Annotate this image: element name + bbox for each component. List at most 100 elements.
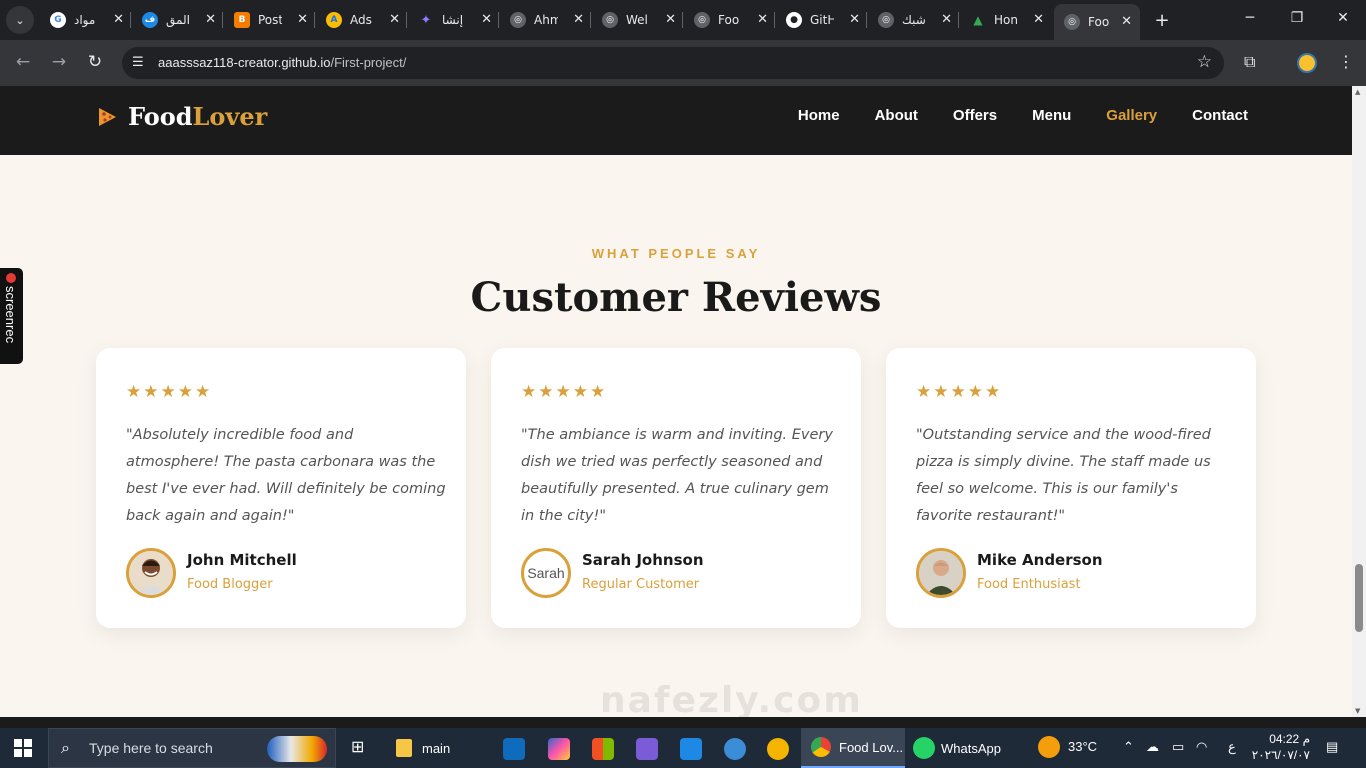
close-tab-icon[interactable]: ✕ <box>573 12 584 27</box>
taskbar-search[interactable]: ⌕ Type here to search <box>48 728 336 768</box>
browser-tab[interactable]: ✦ إنشا ✕ <box>408 6 500 34</box>
browser-tab[interactable]: ◎ شبك ✕ <box>868 6 960 34</box>
task-view-icon[interactable]: ⊞ <box>351 737 364 757</box>
browser-tab-bar: ⌄ G مواد ✕ ف المق ✕ B Post ✕ A Ads ✕ ✦ إ… <box>0 0 1366 40</box>
tab-label: GitH <box>810 13 834 27</box>
outlook-icon[interactable] <box>503 738 525 760</box>
profile-avatar[interactable] <box>1297 53 1317 73</box>
browser-tab[interactable]: ◎ Wel ✕ <box>592 6 684 34</box>
tab-search-chevron-icon[interactable]: ⌄ <box>6 6 34 34</box>
section-title: Customer Reviews <box>470 274 882 321</box>
windows-taskbar: ⌕ Type here to search ⊞ main Food Lov...… <box>0 728 1366 768</box>
rating-stars: ★★★★★ <box>916 382 1003 402</box>
browser-tab[interactable]: ▲ Hon ✕ <box>960 6 1052 34</box>
tab-label: Ads <box>350 13 372 27</box>
gemini-icon: ✦ <box>420 12 432 28</box>
tab-label: Foo <box>718 13 740 27</box>
google-icon: G <box>50 12 66 28</box>
scroll-down-arrow-icon[interactable]: ▼ <box>1355 707 1360 715</box>
minimize-icon[interactable]: ─ <box>1240 10 1260 26</box>
watermark: nafezly.com <box>600 680 863 717</box>
system-clock[interactable]: 04:22 م ٢٠٢٦/٠٧/٠٧ <box>1250 731 1310 763</box>
weather-sun-icon[interactable] <box>1038 736 1060 758</box>
back-arrow-icon[interactable]: ← <box>12 52 34 72</box>
language-indicator[interactable]: ع <box>1228 739 1236 755</box>
nav-menu[interactable]: Menu <box>1032 107 1071 124</box>
store-icon[interactable] <box>592 738 614 760</box>
new-tab-plus-icon[interactable]: + <box>1152 10 1172 31</box>
taskbar-chrome[interactable]: Food Lov... <box>801 728 905 768</box>
search-highlight-image <box>267 736 327 762</box>
page-scrollbar[interactable]: ▲ ▼ <box>1352 86 1366 717</box>
tab-label: المق <box>166 13 190 27</box>
app-icon[interactable] <box>724 738 746 760</box>
close-tab-icon[interactable]: ✕ <box>757 12 768 27</box>
reviewer-role: Regular Customer <box>582 577 700 592</box>
browser-tab[interactable]: A Ads ✕ <box>316 6 408 34</box>
browser-tab[interactable]: B Post ✕ <box>224 6 316 34</box>
url-text[interactable]: aaasssaz118-creator.github.io/First-proj… <box>158 55 406 70</box>
close-tab-icon[interactable]: ✕ <box>113 12 124 27</box>
address-bar[interactable]: ☰ aaasssaz118-creator.github.io/First-pr… <box>122 47 1224 79</box>
bookmark-star-icon[interactable]: ☆ <box>1197 52 1212 72</box>
extensions-puzzle-icon[interactable]: ⧉ <box>1244 52 1255 72</box>
globe-icon: ◎ <box>510 12 526 28</box>
close-tab-icon[interactable]: ✕ <box>849 12 860 27</box>
reviewer-name: Sarah Johnson <box>582 551 704 569</box>
close-window-icon[interactable]: ✕ <box>1333 10 1353 26</box>
tab-label: شبك <box>902 13 926 27</box>
avatar-broken-image: Sarah <box>521 548 571 598</box>
restore-icon[interactable]: ❐ <box>1287 10 1307 26</box>
close-tab-icon[interactable]: ✕ <box>205 12 216 27</box>
reload-icon[interactable]: ↻ <box>84 52 106 72</box>
taskbar-whatsapp[interactable]: WhatsApp <box>913 728 1013 768</box>
copilot-icon[interactable] <box>548 738 570 760</box>
nav-contact[interactable]: Contact <box>1192 107 1248 124</box>
close-tab-icon[interactable]: ✕ <box>389 12 400 27</box>
close-tab-icon[interactable]: ✕ <box>297 12 308 27</box>
browser-tab[interactable]: ◎ Ahm ✕ <box>500 6 592 34</box>
forward-arrow-icon[interactable]: → <box>48 52 70 72</box>
globe-icon: ◎ <box>1064 14 1080 30</box>
globe-icon: ◎ <box>694 12 710 28</box>
scrollbar-thumb[interactable] <box>1355 564 1363 632</box>
pizza-slice-icon <box>99 107 116 126</box>
app-icon[interactable] <box>636 738 658 760</box>
nav-offers[interactable]: Offers <box>953 107 997 124</box>
close-tab-icon[interactable]: ✕ <box>481 12 492 27</box>
reviewer-name: John Mitchell <box>187 551 297 569</box>
site-settings-icon[interactable]: ☰ <box>132 55 144 70</box>
scroll-up-arrow-icon[interactable]: ▲ <box>1355 88 1360 96</box>
brand-logo[interactable]: Food Lover <box>96 102 267 131</box>
browser-tab-active[interactable]: ◎ Foo ✕ <box>1054 4 1140 40</box>
close-tab-icon[interactable]: ✕ <box>941 12 952 27</box>
battery-icon[interactable]: ▭ <box>1172 739 1184 755</box>
browser-tab[interactable]: ف المق ✕ <box>132 6 224 34</box>
taskbar-file-explorer[interactable]: main <box>396 728 450 768</box>
weather-temperature[interactable]: 33°C <box>1068 739 1097 754</box>
close-tab-icon[interactable]: ✕ <box>1121 14 1132 29</box>
vscode-icon[interactable] <box>680 738 702 760</box>
browser-tab[interactable]: G مواد ✕ <box>40 6 132 34</box>
nav-home[interactable]: Home <box>798 107 840 124</box>
browser-toolbar: ← → ↻ ☰ aaasssaz118-creator.github.io/Fi… <box>0 40 1366 86</box>
clock-time: 04:22 م <box>1269 732 1310 746</box>
windows-start-icon[interactable] <box>14 739 32 757</box>
onedrive-cloud-icon[interactable]: ☁ <box>1146 739 1159 755</box>
notifications-icon[interactable]: ▤ <box>1326 739 1338 755</box>
browser-tab[interactable]: ◎ Foo ✕ <box>684 6 776 34</box>
close-tab-icon[interactable]: ✕ <box>665 12 676 27</box>
search-icon: ⌕ <box>61 738 70 757</box>
browser-tab[interactable]: ● GitH ✕ <box>776 6 868 34</box>
vpn-shield-icon[interactable] <box>767 738 789 760</box>
screen-recorder-badge[interactable]: screenrec <box>0 268 23 364</box>
review-card: ★★★★★ "Absolutely incredible food and at… <box>96 348 466 628</box>
whatsapp-icon <box>913 737 935 759</box>
menu-dots-icon[interactable]: ⋮ <box>1338 52 1354 71</box>
wifi-icon[interactable]: ◠ <box>1196 739 1207 755</box>
close-tab-icon[interactable]: ✕ <box>1033 12 1044 27</box>
nav-about[interactable]: About <box>875 107 918 124</box>
tray-expand-icon[interactable]: ⌃ <box>1123 739 1134 755</box>
nav-gallery[interactable]: Gallery <box>1106 107 1157 124</box>
section-eyebrow: WHAT PEOPLE SAY <box>591 246 761 261</box>
